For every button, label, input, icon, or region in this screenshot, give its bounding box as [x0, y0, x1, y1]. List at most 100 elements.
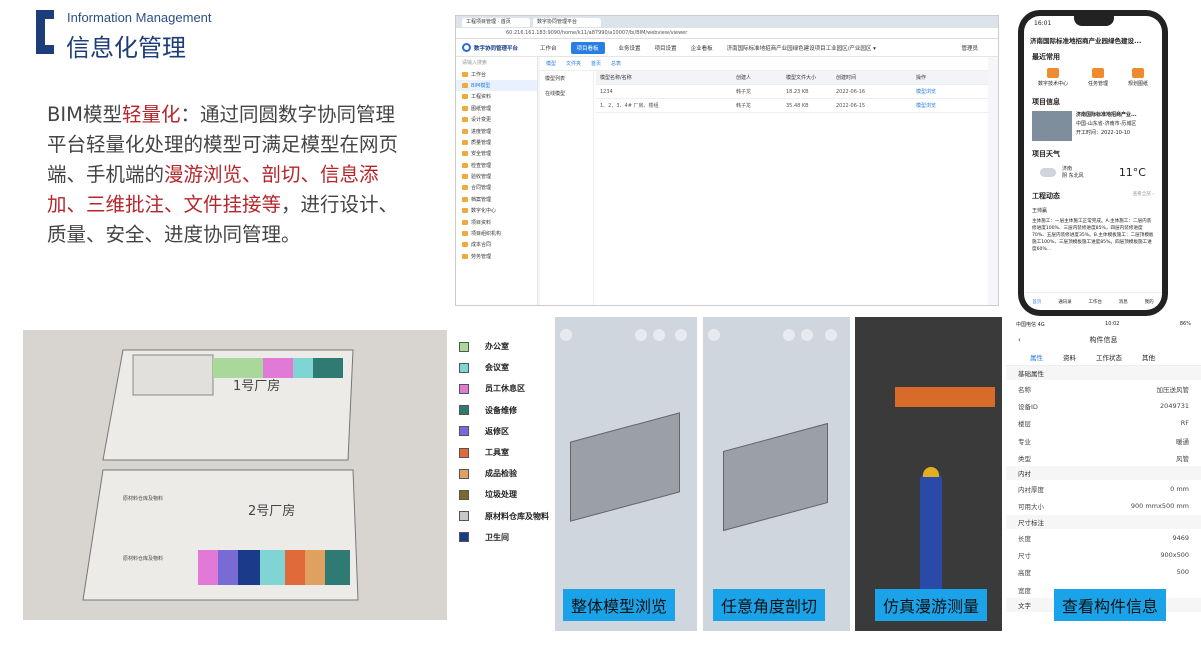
- task-icon: [1091, 68, 1104, 78]
- full-model-view: 整体模型浏览: [555, 317, 697, 631]
- folder-icon: [462, 208, 468, 214]
- property-row: 楼层 RF: [1018, 419, 1189, 429]
- section-view: 任意角度剖切: [703, 317, 850, 631]
- room-label: 原材料仓库及物料: [123, 495, 163, 502]
- sidebar-item[interactable]: 合同管理: [456, 182, 537, 193]
- view-all-link[interactable]: 查看全部 ›: [1133, 191, 1154, 201]
- tab-properties[interactable]: 属性: [1030, 352, 1043, 362]
- crumb-item[interactable]: 模型: [546, 60, 556, 67]
- header-title: 信息化管理: [66, 34, 186, 62]
- browser-tab[interactable]: 数字协同管理平台: [533, 17, 601, 27]
- sidebar-item[interactable]: 验收管理: [456, 171, 537, 182]
- crumb-item[interactable]: 首页: [591, 60, 601, 67]
- recent-heading: 最近常用: [1032, 53, 1060, 61]
- address-bar[interactable]: 60.216.161.183:9090/home/k11/a87990/a100…: [456, 28, 998, 39]
- sidebar-item[interactable]: 档案管理: [456, 194, 537, 205]
- legend-swatch: [459, 405, 469, 416]
- tab-files[interactable]: 资料: [1063, 352, 1076, 362]
- browser-tabbar: 工程项目管理 · 首页 数字协同管理平台: [456, 16, 998, 28]
- model-table: 模型名称/名称 创建人 模型文件大小 创建时间 操作 1234 韩子龙 18.23 KB 20…: [596, 71, 988, 113]
- tab-messages[interactable]: 消息: [1119, 299, 1128, 305]
- building-section: [723, 422, 828, 532]
- folder-icon: [462, 117, 468, 123]
- nav-business[interactable]: 业务设置: [619, 44, 641, 52]
- property-row: 高度 500: [1018, 568, 1189, 578]
- legend-item: 工具室: [459, 442, 549, 463]
- tree-item[interactable]: 在线模型: [540, 86, 593, 101]
- rotate-icon[interactable]: [801, 329, 813, 341]
- sidebar-item[interactable]: 工作台: [456, 68, 537, 79]
- view-model-link[interactable]: 模型浏览: [916, 88, 966, 95]
- back-icon[interactable]: ‹: [1018, 336, 1021, 344]
- sidebar-item[interactable]: 检查管理: [456, 160, 537, 171]
- news-user: 王帅赢: [1032, 208, 1048, 214]
- folder-icon: [462, 151, 468, 157]
- folder-icon: [462, 219, 468, 225]
- table-row[interactable]: 1234 韩子龙 18.23 KB 2022-06-16 模型浏览: [596, 85, 988, 99]
- property-row: 类型 风管: [1018, 454, 1189, 463]
- sidebar-item[interactable]: 质量管理: [456, 137, 537, 148]
- tree-item[interactable]: 模型列表: [540, 71, 593, 86]
- floor-plan-3d: 1号厂房 2号厂房 原材料仓库及物料 原材料仓库及物料: [23, 330, 447, 620]
- phone-title: 济南国际标准地招商产业园绿色建设...: [1030, 37, 1142, 45]
- back-icon[interactable]: [708, 329, 720, 341]
- more-icon[interactable]: [675, 329, 687, 341]
- tab-workbench[interactable]: 工作台: [1088, 299, 1102, 305]
- project-card[interactable]: 济南国际标准地招商产业... 中国-山东省-济南市-历城区 开工时间：2022-…: [1024, 107, 1162, 145]
- tab-mine[interactable]: 我的: [1145, 299, 1154, 305]
- back-icon[interactable]: [560, 329, 572, 341]
- sidebar-item[interactable]: 项目组织机构: [456, 228, 537, 239]
- duct-model: [895, 387, 995, 407]
- view-model-link[interactable]: 模型浏览: [916, 102, 966, 109]
- folder-icon: [462, 105, 468, 111]
- folder-icon: [462, 253, 468, 259]
- app-tasks[interactable]: 任务管理: [1088, 68, 1108, 87]
- app-drawings[interactable]: 规划图纸: [1128, 68, 1148, 87]
- sidebar-item[interactable]: 劳务管理: [456, 251, 537, 262]
- tab-status[interactable]: 工作状态: [1096, 352, 1122, 362]
- caption: 任意角度剖切: [713, 589, 826, 621]
- app-tech-center[interactable]: 数字技术中心: [1038, 68, 1068, 87]
- nav-company-board[interactable]: 企业看板: [691, 44, 713, 52]
- cloud-icon: [1040, 167, 1056, 177]
- folder-icon: [462, 139, 468, 145]
- crumb-item[interactable]: 文件夹: [566, 60, 581, 67]
- sidebar-item[interactable]: 进度管理: [456, 125, 537, 136]
- status-carrier: 中国电信 4G: [1016, 322, 1045, 328]
- legend-swatch: [459, 447, 469, 458]
- home-icon[interactable]: [635, 329, 647, 341]
- nav-workbench[interactable]: 工作台: [540, 44, 557, 52]
- project-selector[interactable]: 济南国际标准地招商产业园绿色建设项目工业园区/产业园区 ▾: [727, 44, 876, 52]
- sidebar-search[interactable]: 请输入搜索: [456, 57, 537, 68]
- table-row[interactable]: 1、2、3、4# 厂房、楼组 韩子龙 35.48 KB 2022-06-15 模型浏览: [596, 99, 988, 113]
- sidebar-item[interactable]: 设计变更: [456, 114, 537, 125]
- property-row: 名称 加压送风管: [1018, 385, 1189, 394]
- sidebar-item[interactable]: 安全管理: [456, 148, 537, 159]
- tab-home[interactable]: 首页: [1032, 299, 1041, 305]
- project-info-heading: 项目信息: [1032, 98, 1060, 106]
- sidebar-item[interactable]: 工程资料: [456, 91, 537, 102]
- sidebar-item[interactable]: 图纸管理: [456, 103, 537, 114]
- news-body: 主体施工：一层主体施工正常完成。A.主体施工：二层内装修进度100%、三层内装修…: [1032, 219, 1154, 252]
- nav-project-board[interactable]: 项目看板: [570, 41, 605, 54]
- building-model: [570, 412, 680, 522]
- sidebar-item[interactable]: 成本合同: [456, 239, 537, 250]
- floor-plan-drawing: 1号厂房 2号厂房 原材料仓库及物料 原材料仓库及物料: [82, 349, 359, 601]
- folder-icon: [462, 196, 468, 202]
- sidebar-item[interactable]: BIM模型: [456, 79, 537, 92]
- home-icon[interactable]: [783, 329, 795, 341]
- sidebar-item[interactable]: 数字化中心: [456, 205, 537, 216]
- tab-contacts[interactable]: 通讯录: [1058, 299, 1072, 305]
- tab-other[interactable]: 其他: [1142, 352, 1155, 362]
- header-bracket-icon: [36, 10, 54, 54]
- nav-project-settings[interactable]: 项目设置: [655, 44, 677, 52]
- more-icon[interactable]: [825, 329, 837, 341]
- browser-tab[interactable]: 工程项目管理 · 首页: [462, 17, 530, 27]
- crumb-item[interactable]: 总表: [611, 60, 621, 67]
- rotate-icon[interactable]: [653, 329, 665, 341]
- property-row: 内衬厚度 0 mm: [1018, 485, 1189, 495]
- sidebar-item[interactable]: 项目资料: [456, 216, 537, 227]
- user-name[interactable]: 管理员: [961, 44, 978, 52]
- phone-notch: [1074, 16, 1114, 26]
- caption: 查看构件信息: [1054, 589, 1167, 621]
